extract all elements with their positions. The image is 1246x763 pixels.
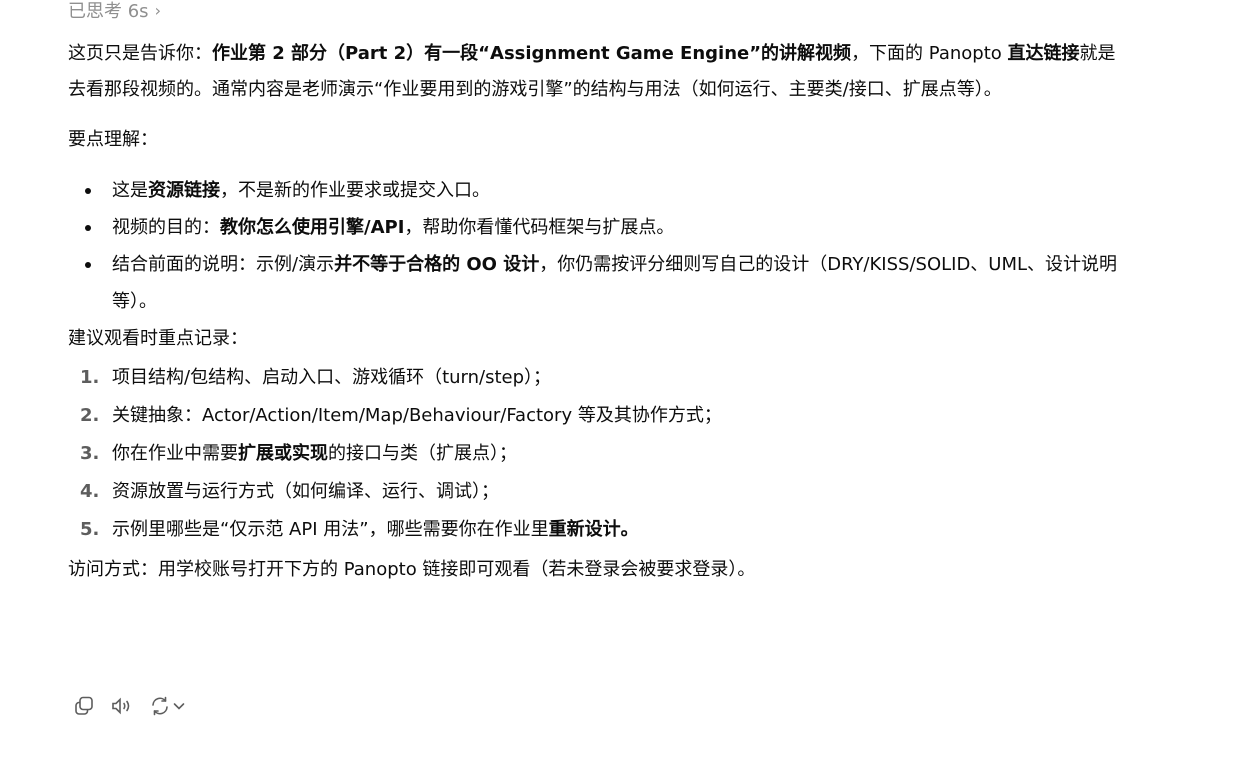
list-item-text: 的接口与类（扩展点）；: [328, 443, 517, 464]
list-item: 4. 资源放置与运行方式（如何编译、运行、调试）；: [68, 473, 1128, 511]
list-item: 这是资源链接，不是新的作业要求或提交入口。: [68, 172, 1128, 209]
intro-bold-2: 直达链接: [1007, 43, 1080, 64]
read-aloud-icon: [112, 697, 130, 715]
list-item: 视频的目的：教你怎么使用引擎/API，帮助你看懂代码框架与扩展点。: [68, 209, 1128, 246]
intro-paragraph: 这页只是告诉你：作业第 2 部分（Part 2）有一段“Assignment G…: [68, 36, 1128, 108]
regenerate-icon: [152, 696, 168, 716]
list-number: 2.: [80, 405, 100, 426]
list-number: 5.: [80, 519, 100, 540]
read-aloud-button[interactable]: [108, 694, 136, 718]
list-item: 5. 示例里哪些是“仅示范 API 用法”，哪些需要你在作业里重新设计。: [68, 511, 1128, 549]
access-paragraph: 访问方式：用学校账号打开下方的 Panopto 链接即可观看（若未登录会被要求登…: [68, 559, 756, 580]
key-points-heading: 要点理解：: [68, 129, 158, 150]
list-number: 4.: [80, 481, 100, 502]
list-item-text: 示例里哪些是“仅示范 API 用法”，哪些需要你在作业里: [112, 519, 549, 540]
list-item-text: 结合前面的说明：示例/演示: [112, 254, 335, 275]
list-item-text: 视频的目的：: [112, 217, 220, 238]
list-number: 1.: [80, 367, 100, 388]
list-item: 1. 项目结构/包结构、启动入口、游戏循环（turn/step）；: [68, 359, 1128, 397]
chevron-right-icon: ›: [154, 0, 161, 20]
list-item: 3. 你在作业中需要扩展或实现的接口与类（扩展点）；: [68, 435, 1128, 473]
message-content: 这页只是告诉你：作业第 2 部分（Part 2）有一段“Assignment G…: [68, 36, 1128, 589]
list-item: 结合前面的说明：示例/演示并不等于合格的 OO 设计，你仍需按评分细则写自己的设…: [68, 246, 1128, 320]
list-item-text: 关键抽象：Actor/Action/Item/Map/Behaviour/Fac…: [112, 405, 722, 426]
list-item-text: 这是: [112, 180, 148, 201]
intro-bold-1: 作业第 2 部分（Part 2）有一段“Assignment Game Engi…: [212, 43, 852, 64]
list-item-bold: 并不等于合格的 OO 设计: [334, 254, 540, 275]
list-item: 2. 关键抽象：Actor/Action/Item/Map/Behaviour/F…: [68, 397, 1128, 435]
list-number: 3.: [80, 443, 100, 464]
intro-text-2: ，下面的 Panopto: [851, 43, 1008, 64]
thought-toggle[interactable]: 已思考 6s ›: [68, 0, 161, 23]
chevron-down-icon: [173, 703, 185, 710]
list-item-text: ，不是新的作业要求或提交入口。: [220, 180, 490, 201]
list-item-bold: 教你怎么使用引擎/API: [220, 217, 405, 238]
list-item-text: ，帮助你看懂代码框架与扩展点。: [404, 217, 675, 238]
list-item-bold: 资源链接: [148, 180, 220, 201]
list-item-bold: 重新设计。: [548, 519, 639, 540]
list-item-bold: 扩展或实现: [238, 443, 328, 464]
list-item-text: 项目结构/包结构、启动入口、游戏循环（turn/step）；: [112, 367, 552, 388]
list-item-text: 资源放置与运行方式（如何编译、运行、调试）；: [112, 481, 499, 502]
assistant-message: 已思考 6s › 这页只是告诉你：作业第 2 部分（Part 2）有一段“Ass…: [0, 0, 1246, 763]
regenerate-button[interactable]: [146, 694, 188, 718]
copy-icon: [75, 696, 93, 715]
message-actions: [70, 694, 188, 718]
thought-label: 已思考 6s: [68, 1, 149, 22]
key-points-list: 这是资源链接，不是新的作业要求或提交入口。 视频的目的：教你怎么使用引擎/API…: [68, 172, 1128, 320]
list-item-text: 你在作业中需要: [112, 443, 238, 464]
recommend-heading: 建议观看时重点记录：: [68, 328, 248, 349]
recommend-list: 1. 项目结构/包结构、启动入口、游戏循环（turn/step）； 2. 关键抽象：…: [68, 359, 1128, 549]
intro-text-1: 这页只是告诉你：: [68, 43, 212, 64]
copy-button[interactable]: [70, 694, 98, 718]
